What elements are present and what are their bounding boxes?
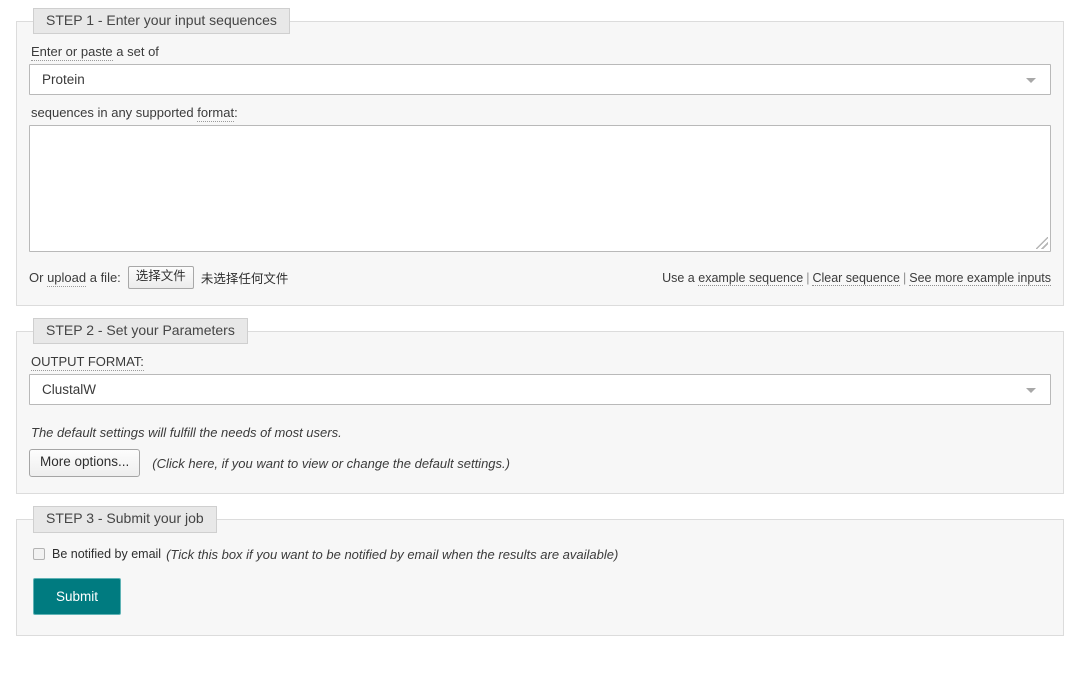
output-format-hint[interactable]: OUTPUT FORMAT:	[31, 354, 144, 372]
format-label: sequences in any supported format:	[31, 105, 1051, 123]
step-2-section: STEP 2 - Set your Parameters OUTPUT FORM…	[16, 318, 1064, 495]
chevron-down-icon	[1026, 388, 1036, 394]
step-2-legend: STEP 2 - Set your Parameters	[33, 318, 248, 345]
submit-row: Submit	[29, 562, 1051, 615]
notify-email-row: Be notified by email (Tick this box if y…	[33, 547, 1051, 562]
step-1-legend: STEP 1 - Enter your input sequences	[33, 8, 290, 35]
enter-or-paste-hint[interactable]: Enter or paste	[31, 44, 113, 62]
step-1-section: STEP 1 - Enter your input sequences Ente…	[16, 8, 1064, 307]
sequence-type-value: Protein	[42, 72, 85, 88]
sequence-type-label-suffix: a set of	[112, 44, 159, 60]
notify-email-note: (Tick this box if you want to be notifie…	[166, 546, 619, 562]
notify-email-label: Be notified by email	[52, 547, 162, 562]
example-sequence-link[interactable]: example sequence	[698, 270, 804, 286]
upload-label: Or upload a file:	[29, 270, 121, 288]
default-settings-note: The default settings will fulfill the ne…	[31, 425, 342, 441]
more-options-note: (Click here, if you want to view or chan…	[152, 455, 510, 471]
sequence-type-label: Enter or paste a set of	[31, 44, 1051, 62]
clear-sequence-link[interactable]: Clear sequence	[812, 270, 900, 286]
form-page: STEP 1 - Enter your input sequences Ente…	[0, 0, 1080, 636]
upload-hint[interactable]: upload	[47, 270, 87, 288]
format-label-prefix: sequences in any supported	[31, 105, 198, 121]
upload-row: Or upload a file: 选择文件 未选择任何文件 Use a exa…	[29, 266, 1051, 290]
more-example-inputs-link[interactable]: See more example inputs	[909, 270, 1051, 286]
upload-label-suffix: a file:	[86, 270, 121, 286]
format-label-suffix: :	[234, 105, 238, 121]
submit-button[interactable]: Submit	[33, 577, 122, 615]
step-3-legend: STEP 3 - Submit your job	[33, 506, 217, 533]
link-separator-2: |	[903, 270, 907, 285]
chevron-down-icon	[1026, 78, 1036, 84]
file-upload-group: Or upload a file: 选择文件 未选择任何文件	[29, 266, 289, 290]
output-format-label: OUTPUT FORMAT:	[31, 354, 1051, 372]
choose-file-button[interactable]: 选择文件	[127, 266, 194, 290]
sequence-type-select[interactable]: Protein	[29, 64, 1051, 96]
output-format-select[interactable]: ClustalW	[29, 374, 1051, 406]
links-prefix: Use a	[662, 270, 699, 285]
upload-label-prefix: Or	[29, 270, 48, 286]
resize-handle-icon[interactable]	[1036, 237, 1048, 250]
more-options-row: More options... (Click here, if you want…	[29, 449, 1051, 478]
notify-email-checkbox[interactable]	[33, 548, 45, 561]
step-3-section: STEP 3 - Submit your job Be notified by …	[16, 506, 1064, 636]
more-options-button[interactable]: More options...	[29, 449, 141, 478]
format-hint[interactable]: format	[197, 105, 235, 123]
example-links: Use a example sequence | Clear sequence | Se…	[662, 270, 1051, 286]
file-status-text: 未选择任何文件	[200, 272, 289, 287]
sequence-textarea[interactable]	[29, 125, 1051, 253]
output-format-value: ClustalW	[42, 382, 97, 398]
